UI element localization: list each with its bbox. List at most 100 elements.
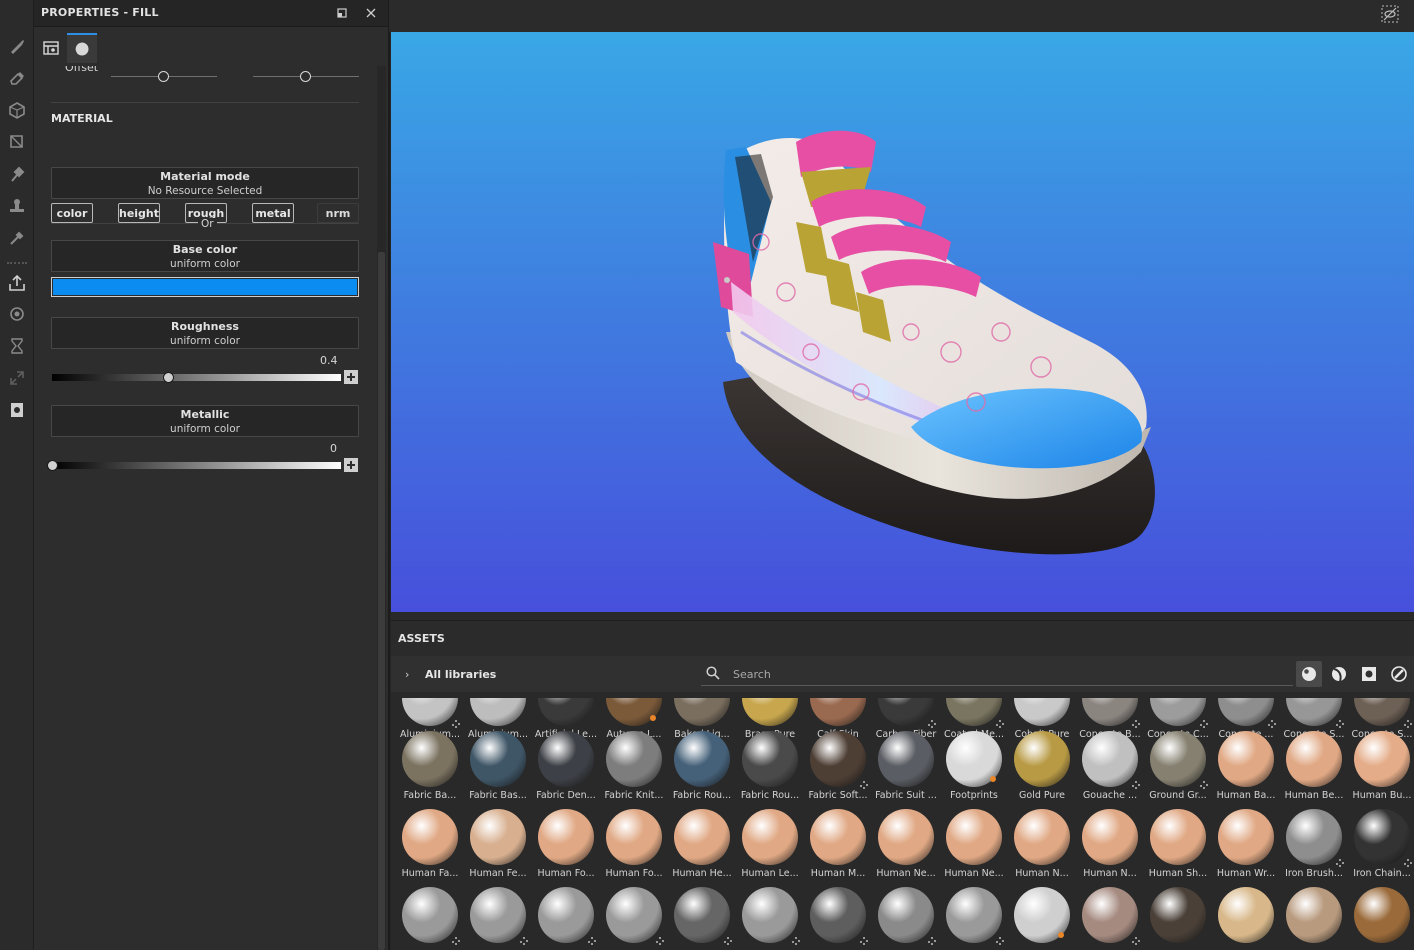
more-options-icon[interactable] bbox=[452, 720, 460, 728]
channel-height-button[interactable]: height bbox=[118, 203, 160, 223]
base-color-swatch[interactable] bbox=[51, 277, 359, 297]
asset-thumbnail[interactable] bbox=[804, 887, 872, 950]
more-options-icon[interactable] bbox=[724, 937, 732, 945]
texture-view-icon[interactable] bbox=[1356, 661, 1382, 687]
eraser-icon[interactable] bbox=[4, 65, 30, 91]
asset-thumbnail[interactable]: Human Fa... bbox=[396, 809, 464, 887]
asset-thumbnail[interactable]: Fabric Suit ... bbox=[872, 731, 940, 809]
search-input[interactable] bbox=[733, 666, 1253, 682]
roughness-random-icon[interactable] bbox=[344, 370, 358, 384]
sneaker-model[interactable] bbox=[391, 32, 1414, 612]
asset-thumbnail[interactable]: Human Be... bbox=[1280, 731, 1348, 809]
smudge-icon[interactable] bbox=[4, 161, 30, 187]
asset-thumbnail[interactable]: Human Fe... bbox=[464, 809, 532, 887]
base-color-picker[interactable]: Base color uniform color bbox=[51, 240, 359, 272]
tab-material-icon[interactable] bbox=[67, 33, 97, 63]
export-icon[interactable] bbox=[4, 270, 30, 296]
metallic-random-icon[interactable] bbox=[344, 458, 358, 472]
link-icon[interactable] bbox=[4, 365, 30, 391]
chevron-right-icon[interactable]: › bbox=[405, 668, 409, 681]
asset-thumbnail[interactable]: Human Ba... bbox=[1212, 731, 1280, 809]
smart-material-view-icon[interactable] bbox=[1326, 661, 1352, 687]
more-options-icon[interactable] bbox=[1200, 781, 1208, 789]
3d-viewport[interactable] bbox=[391, 32, 1414, 612]
asset-thumbnail[interactable]: Fabric Rou... bbox=[668, 731, 736, 809]
asset-thumbnail[interactable] bbox=[1144, 887, 1212, 950]
more-options-icon[interactable] bbox=[520, 937, 528, 945]
asset-thumbnail[interactable] bbox=[1348, 887, 1414, 950]
asset-thumbnail[interactable] bbox=[872, 887, 940, 950]
asset-thumbnail[interactable]: Human He... bbox=[668, 809, 736, 887]
asset-thumbnail[interactable]: Human Bu... bbox=[1348, 731, 1414, 809]
asset-thumbnail[interactable]: Gouache ... bbox=[1076, 731, 1144, 809]
asset-thumbnail[interactable] bbox=[532, 887, 600, 950]
material-mode-picker[interactable]: Material mode No Resource Selected bbox=[51, 167, 359, 199]
asset-thumbnail[interactable] bbox=[396, 887, 464, 950]
brush-view-icon[interactable] bbox=[1386, 661, 1412, 687]
more-options-icon[interactable] bbox=[1132, 720, 1140, 728]
hide-overlay-icon[interactable] bbox=[1381, 5, 1399, 23]
more-options-icon[interactable] bbox=[996, 720, 1004, 728]
more-options-icon[interactable] bbox=[656, 937, 664, 945]
asset-thumbnail[interactable]: Human N... bbox=[1008, 809, 1076, 887]
clone-stamp-icon[interactable] bbox=[4, 193, 30, 219]
asset-thumbnail[interactable] bbox=[1212, 887, 1280, 950]
more-options-icon[interactable] bbox=[928, 720, 936, 728]
asset-thumbnail[interactable] bbox=[1008, 887, 1076, 950]
bake-icon[interactable] bbox=[4, 301, 30, 327]
asset-thumbnail[interactable]: Ground Gr... bbox=[1144, 731, 1212, 809]
more-options-icon[interactable] bbox=[860, 781, 868, 789]
offset-y-knob[interactable] bbox=[300, 71, 311, 82]
asset-thumbnail[interactable]: Human Ne... bbox=[940, 809, 1008, 887]
color-picker-icon[interactable] bbox=[4, 225, 30, 251]
asset-thumbnail[interactable]: Human Le... bbox=[736, 809, 804, 887]
material-view-icon[interactable] bbox=[1296, 661, 1322, 687]
metallic-value[interactable]: 0 bbox=[330, 442, 337, 455]
history-icon[interactable] bbox=[4, 333, 30, 359]
channel-nrm-button[interactable]: nrm bbox=[317, 203, 359, 223]
roughness-value[interactable]: 0.4 bbox=[320, 354, 338, 367]
metallic-slider-knob[interactable] bbox=[47, 460, 58, 471]
asset-thumbnail[interactable] bbox=[1280, 887, 1348, 950]
channel-metal-button[interactable]: metal bbox=[252, 203, 294, 223]
asset-thumbnail[interactable]: Fabric Knit... bbox=[600, 731, 668, 809]
asset-thumbnail[interactable]: Human Wr... bbox=[1212, 809, 1280, 887]
asset-thumbnail[interactable] bbox=[940, 887, 1008, 950]
more-options-icon[interactable] bbox=[452, 937, 460, 945]
channel-color-button[interactable]: color bbox=[51, 203, 93, 223]
more-options-icon[interactable] bbox=[588, 937, 596, 945]
asset-thumbnail[interactable]: Human Ne... bbox=[872, 809, 940, 887]
more-options-icon[interactable] bbox=[1336, 720, 1344, 728]
asset-thumbnail[interactable] bbox=[464, 887, 532, 950]
metallic-slider[interactable] bbox=[52, 462, 341, 469]
roughness-picker[interactable]: Roughness uniform color bbox=[51, 317, 359, 349]
asset-thumbnail[interactable]: Human Sh... bbox=[1144, 809, 1212, 887]
polygon-fill-icon[interactable] bbox=[4, 129, 30, 155]
asset-thumbnail[interactable]: Fabric Den... bbox=[532, 731, 600, 809]
tab-fill-settings-icon[interactable] bbox=[36, 33, 66, 63]
search-box[interactable] bbox=[701, 662, 1293, 686]
asset-thumbnail[interactable]: Human Fo... bbox=[532, 809, 600, 887]
projection-icon[interactable] bbox=[4, 97, 30, 123]
more-options-icon[interactable] bbox=[1268, 720, 1276, 728]
more-options-icon[interactable] bbox=[1132, 937, 1140, 945]
asset-thumbnail[interactable]: Human M... bbox=[804, 809, 872, 887]
asset-thumbnail[interactable]: Iron Brush... bbox=[1280, 809, 1348, 887]
properties-scrollbar[interactable] bbox=[377, 66, 386, 950]
library-selector[interactable]: All libraries bbox=[425, 668, 496, 681]
more-options-icon[interactable] bbox=[1200, 720, 1208, 728]
metallic-picker[interactable]: Metallic uniform color bbox=[51, 405, 359, 437]
asset-thumbnail[interactable]: Fabric Bas... bbox=[464, 731, 532, 809]
close-icon[interactable] bbox=[362, 4, 380, 22]
asset-thumbnail[interactable]: Fabric Soft... bbox=[804, 731, 872, 809]
shelf-icon[interactable] bbox=[4, 397, 30, 423]
more-options-icon[interactable] bbox=[792, 937, 800, 945]
more-options-icon[interactable] bbox=[996, 937, 1004, 945]
roughness-slider-knob[interactable] bbox=[162, 372, 174, 383]
offset-x-knob[interactable] bbox=[158, 71, 169, 82]
asset-thumbnail[interactable]: Iron Chain... bbox=[1348, 809, 1414, 887]
scrollbar-thumb[interactable] bbox=[378, 252, 385, 950]
asset-thumbnail[interactable]: Footprints bbox=[940, 731, 1008, 809]
more-options-icon[interactable] bbox=[1132, 781, 1140, 789]
asset-thumbnail[interactable]: Fabric Rou... bbox=[736, 731, 804, 809]
